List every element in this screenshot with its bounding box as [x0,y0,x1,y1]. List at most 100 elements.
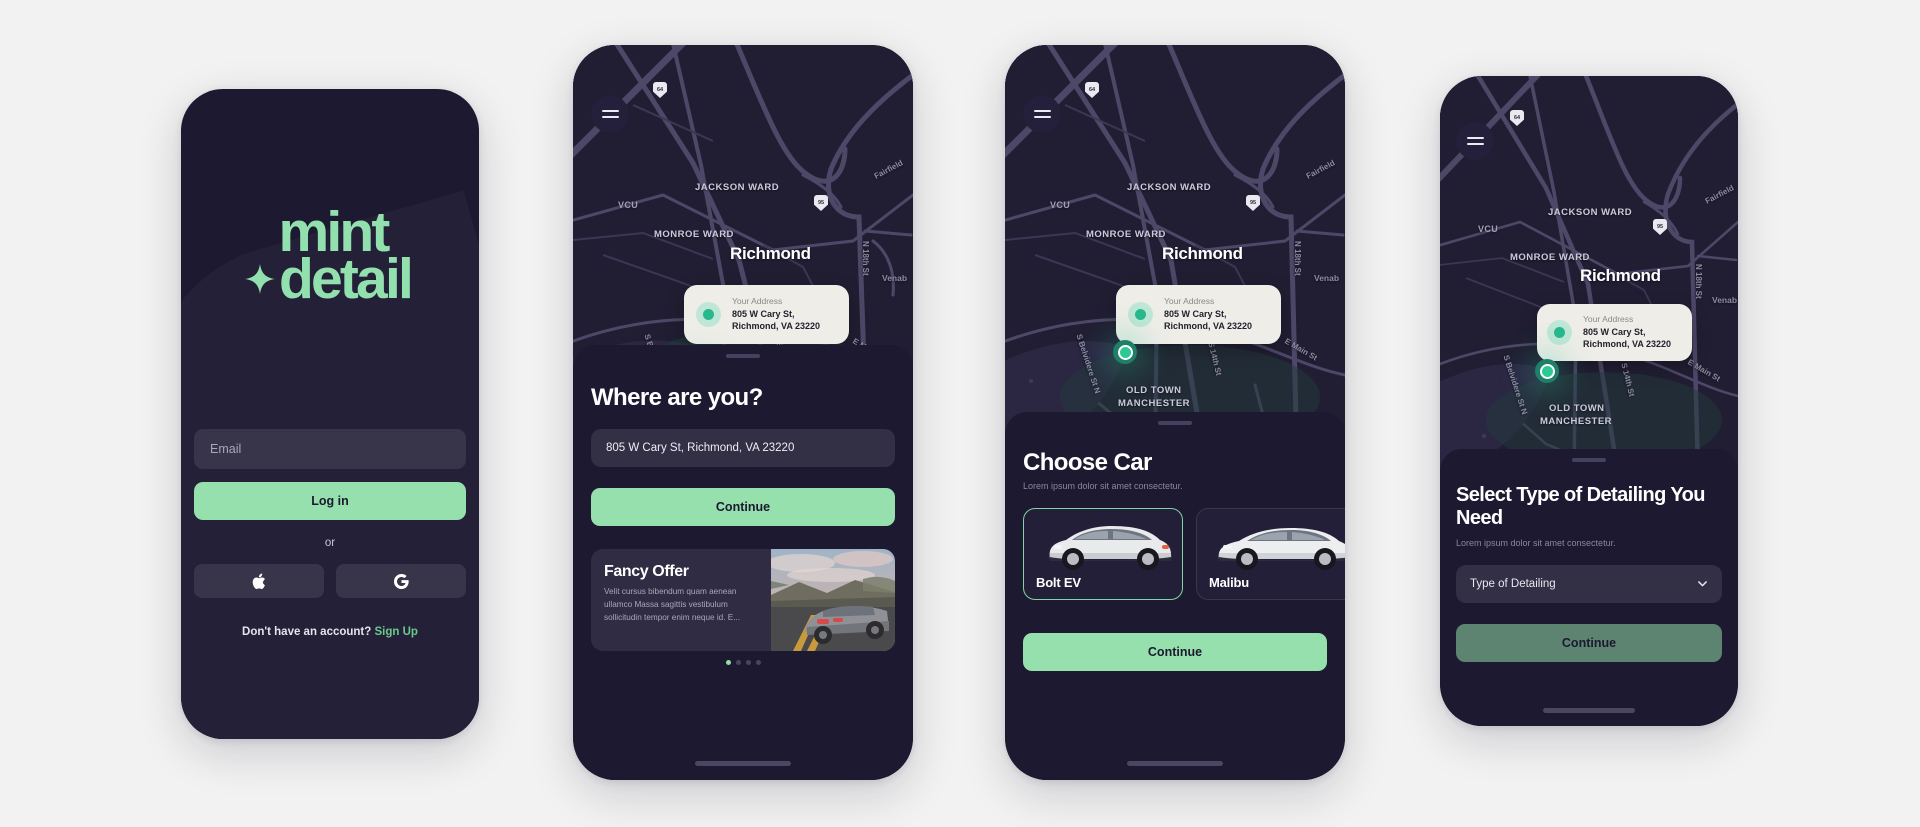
page-title-choose-car: Choose Car [1023,449,1152,476]
address-card-label: Your Address [1164,296,1215,306]
phone-choose-car-screen: VCU JACKSON WARD MONROE WARD Richmond Ve… [1005,45,1345,780]
address-card-line1: 805 W Cary St, [1164,309,1227,319]
current-location-pin-icon [1113,340,1137,364]
map-label-venable: Venab [882,273,908,283]
map-label-vcu: VCU [1478,224,1499,234]
page-subtitle-choose-car: Lorem ipsum dolor sit amet consectetur. [1023,481,1183,492]
signup-prompt-text: Don't have an account? [242,626,372,638]
address-card-line2: Richmond, VA 23220 [1164,320,1253,331]
map-label-jackson-ward: JACKSON WARD [1548,207,1633,218]
bottom-sheet-detailing: Select Type of Detailing You Need Lorem … [1440,449,1738,726]
offer-card-text: Fancy Offer Velit cursus bibendum quam a… [591,549,771,651]
address-card-line2: Richmond, VA 23220 [1583,338,1672,349]
social-login-row [194,564,466,598]
hamburger-line [1033,116,1051,118]
hamburger-line [1033,110,1051,112]
home-indicator [695,761,791,766]
page-subtitle-detailing: Lorem ipsum dolor sit amet consectetur. [1456,537,1616,548]
map-label-jackson-ward: JACKSON WARD [1127,182,1212,193]
offer-card-description: Velit cursus bibendum quam aenean ullamc… [604,587,741,623]
map-label-vcu: VCU [618,200,639,210]
continue-button-car[interactable]: Continue [1023,633,1327,672]
carousel-dot[interactable] [735,660,741,666]
address-card[interactable]: Your Address 805 W Cary St, Richmond, VA… [1537,304,1692,361]
email-field[interactable]: Email [194,429,466,469]
sheet-drag-handle[interactable] [726,354,760,358]
hamburger-menu-button[interactable] [591,95,629,133]
google-icon [393,573,409,589]
hamburger-line [601,116,619,118]
address-card-line2: Richmond, VA 23220 [732,320,821,331]
car-card-bolt-ev[interactable]: Bolt EV [1023,508,1183,601]
page-title-detailing: Select Type of Detailing You Need [1456,484,1705,529]
map-label-n18th: N 18th St [1293,241,1302,276]
map-view-car[interactable]: VCU JACKSON WARD MONROE WARD Richmond Ve… [1005,45,1345,460]
continue-button-detailing[interactable]: Continue [1456,623,1722,662]
signup-prompt-row: Don't have an account? Sign Up [194,626,466,638]
carousel-dot[interactable] [725,660,731,666]
type-of-detailing-select[interactable]: Type of Detailing [1456,564,1722,603]
offer-card-title: Fancy Offer [604,563,689,581]
phone-where-are-you-screen: VCU JACKSON WARD MONROE WARD Richmond Ve… [573,45,913,780]
chevron-down-icon [1697,578,1708,589]
map-label-vcu: VCU [1050,200,1071,210]
hamburger-menu-button[interactable] [1023,95,1061,133]
phone-login-screen: mint detail Email Log in or Don't have a… [181,89,479,739]
brand-logo: mint detail [181,204,479,311]
home-indicator [1127,761,1223,766]
hamburger-menu-button[interactable] [1456,122,1494,160]
address-input[interactable]: 805 W Cary St, Richmond, VA 23220 [591,429,895,468]
sheet-drag-handle[interactable] [1158,421,1192,425]
sheet-drag-handle[interactable] [1572,458,1606,462]
map-label-old-town: OLD TOWN [1549,403,1605,414]
address-marker-icon [696,301,721,327]
address-marker-icon [1128,301,1153,327]
map-view-detailing[interactable]: VCU JACKSON WARD MONROE WARD Richmond Ve… [1440,76,1738,474]
offer-card[interactable]: Fancy Offer Velit cursus bibendum quam a… [591,549,895,652]
apple-icon [252,573,266,590]
login-form: Email Log in or Don't have an account? S… [194,429,466,638]
screenshot-canvas: mint detail Email Log in or Don't have a… [0,0,1920,827]
map-label-old-town: OLD TOWN [1126,385,1182,396]
carousel-dot[interactable] [745,660,751,666]
login-body: mint detail Email Log in or Don't have a… [181,89,479,739]
signup-link[interactable]: Sign Up [375,626,418,638]
home-indicator [1543,708,1635,713]
map-label-jackson-ward: JACKSON WARD [695,182,780,193]
current-location-pin-icon [1535,359,1559,383]
page-title-where: Where are you? [591,384,763,411]
address-marker-icon [1547,319,1572,345]
hamburger-line [1466,137,1484,139]
car-card-list: Bolt EV Malibu [1023,508,1345,601]
map-label-monroe-ward: MONROE WARD [654,229,734,240]
phone-select-detailing-screen: VCU JACKSON WARD MONROE WARD Richmond Ve… [1440,76,1738,726]
map-label-richmond: Richmond [1162,244,1243,263]
address-card-line1: 805 W Cary St, [732,309,795,319]
carousel-dot[interactable] [755,660,761,666]
map-label-richmond: Richmond [1580,266,1661,285]
google-login-button[interactable] [336,564,466,598]
address-card-line1: 805 W Cary St, [1583,327,1646,337]
address-card-label: Your Address [1583,314,1634,324]
map-label-monroe-ward: MONROE WARD [1510,252,1590,263]
map-label-n18th: N 18th St [1694,264,1703,299]
offer-card-image [771,549,895,652]
map-label-n18th: N 18th St [861,241,870,276]
car-name-label: Bolt EV [1036,575,1081,591]
address-card[interactable]: Your Address 805 W Cary St, Richmond, VA… [1116,285,1281,344]
map-view-where[interactable]: VCU JACKSON WARD MONROE WARD Richmond Ve… [573,45,913,393]
map-label-venable: Venab [1712,295,1738,305]
car-card-malibu[interactable]: Malibu [1196,508,1345,601]
address-card[interactable]: Your Address 805 W Cary St, Richmond, VA… [684,285,849,344]
offer-carousel-dots[interactable] [591,660,895,666]
map-label-manchester: MANCHESTER [1118,398,1191,409]
logo-text-detail: detail [278,246,414,311]
map-label-manchester: MANCHESTER [1540,416,1613,427]
login-button[interactable]: Log in [194,482,466,520]
sparkle-icon [244,264,275,295]
continue-button-where[interactable]: Continue [591,488,895,527]
map-label-richmond: Richmond [730,244,811,263]
bottom-sheet-where: Where are you? 805 W Cary St, Richmond, … [573,345,913,780]
map-label-monroe-ward: MONROE WARD [1086,229,1166,240]
apple-login-button[interactable] [194,564,324,598]
